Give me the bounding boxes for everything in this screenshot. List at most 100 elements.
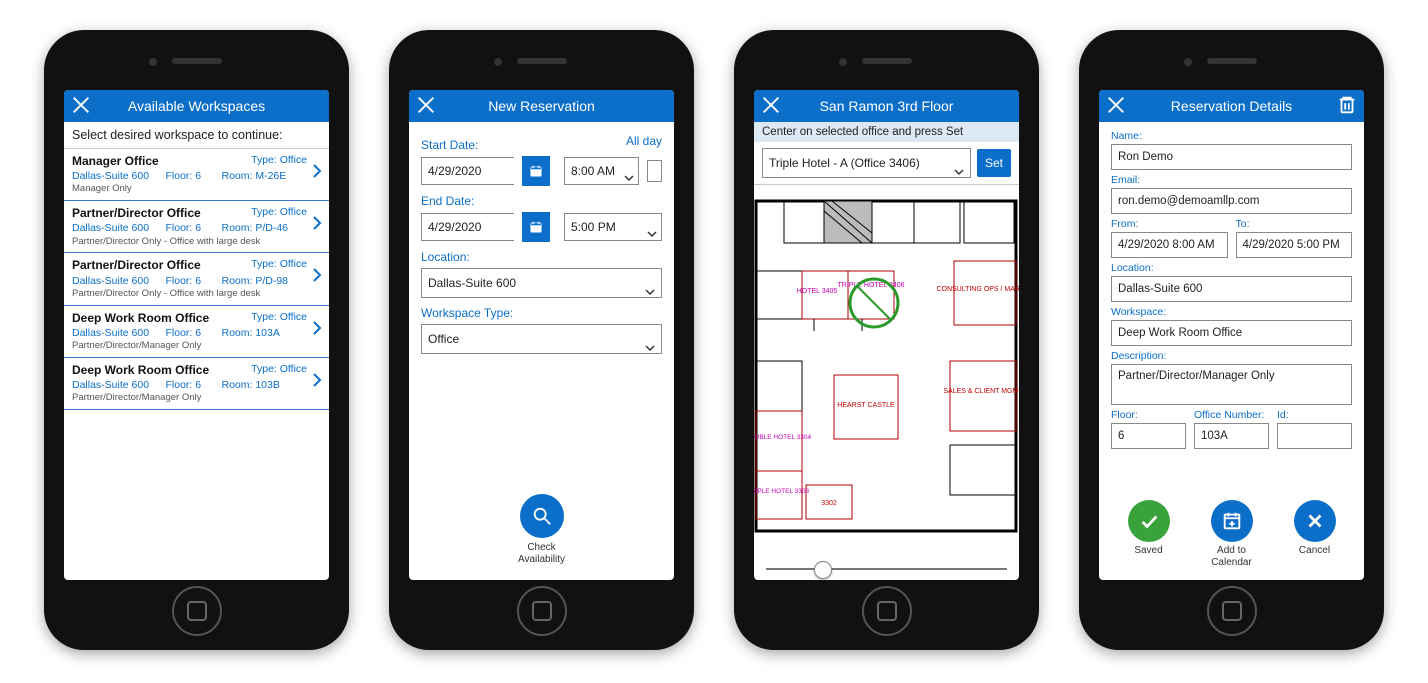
- all-day-label: All day: [626, 134, 662, 148]
- zoom-slider[interactable]: [766, 568, 1007, 570]
- workspace-location: Dallas-Suite 600: [72, 326, 158, 340]
- room-label: HOTEL 3405: [797, 288, 838, 295]
- workspace-title: Partner/Director Office: [72, 257, 251, 273]
- slider-thumb[interactable]: [814, 561, 832, 579]
- office-number-field[interactable]: 103A: [1194, 423, 1269, 449]
- home-button[interactable]: [517, 586, 567, 636]
- header-bar: Available Workspaces: [64, 90, 329, 122]
- phone-frame: Reservation Details Name: Ron Demo Email…: [1079, 30, 1384, 650]
- workspace-floor: Floor: 6: [166, 221, 214, 235]
- start-date-label: Start Date:: [421, 138, 626, 152]
- workspace-room: Room: 103B: [222, 378, 308, 392]
- location-select[interactable]: Dallas-Suite 600: [421, 268, 662, 298]
- office-select[interactable]: Triple Hotel - A (Office 3406): [762, 148, 971, 178]
- hint-text: Center on selected office and press Set: [754, 122, 1019, 142]
- room-label: CONSULTING OPS / MARKET: [936, 286, 1019, 293]
- phone-frame: New Reservation Start Date: All day 4/29…: [389, 30, 694, 650]
- add-to-calendar-button[interactable]: [1211, 500, 1253, 542]
- workspace-desc: Partner/Director Only - Office with larg…: [72, 236, 307, 249]
- chevron-right-icon: [309, 372, 325, 388]
- workspace-type: Type: Office: [251, 153, 307, 169]
- end-time-select[interactable]: 5:00 PM: [564, 213, 662, 241]
- workspace-item[interactable]: Deep Work Room OfficeType: OfficeDallas-…: [64, 306, 329, 358]
- cancel-label: Cancel: [1294, 545, 1336, 557]
- instruction-text: Select desired workspace to continue:: [64, 122, 329, 149]
- all-day-checkbox[interactable]: [647, 160, 662, 182]
- saved-label: Saved: [1128, 545, 1170, 557]
- description-label: Description:: [1111, 350, 1352, 362]
- workspace-floor: Floor: 6: [166, 169, 214, 183]
- home-button[interactable]: [862, 586, 912, 636]
- chevron-down-icon: [647, 222, 657, 232]
- close-icon[interactable]: [760, 94, 782, 116]
- phone-frame: San Ramon 3rd Floor Center on selected o…: [734, 30, 1039, 650]
- name-field[interactable]: Ron Demo: [1111, 144, 1352, 170]
- workspace-room: Room: P/D-46: [222, 221, 308, 235]
- page-title: New Reservation: [488, 98, 595, 114]
- set-button[interactable]: Set: [977, 149, 1011, 177]
- floor-field[interactable]: 6: [1111, 423, 1186, 449]
- end-date-input[interactable]: 4/29/2020: [421, 213, 514, 241]
- header-bar: New Reservation: [409, 90, 674, 122]
- workspace-room: Room: P/D-98: [222, 274, 308, 288]
- close-icon[interactable]: [1105, 94, 1127, 116]
- workspace-title: Partner/Director Office: [72, 205, 251, 221]
- workspace-location: Dallas-Suite 600: [72, 221, 158, 235]
- end-date-label: End Date:: [421, 194, 662, 208]
- chevron-right-icon: [309, 163, 325, 179]
- chevron-down-icon: [954, 159, 964, 169]
- room-label: HEARST CASTLE: [837, 402, 895, 409]
- workspace-item[interactable]: Manager OfficeType: OfficeDallas-Suite 6…: [64, 149, 329, 201]
- workspace-type-select[interactable]: Office: [421, 324, 662, 354]
- id-label: Id:: [1277, 409, 1352, 421]
- trash-icon[interactable]: [1336, 94, 1358, 116]
- chevron-right-icon: [309, 267, 325, 283]
- page-title: Reservation Details: [1171, 98, 1292, 114]
- cancel-button[interactable]: [1294, 500, 1336, 542]
- workspace-location: Dallas-Suite 600: [72, 274, 158, 288]
- close-icon[interactable]: [70, 94, 92, 116]
- from-label: From:: [1111, 218, 1228, 230]
- workspace-location: Dallas-Suite 600: [72, 169, 158, 183]
- check-availability-label: Check Availability: [409, 542, 674, 566]
- workspace-room: Room: M-26E: [222, 169, 308, 183]
- id-field[interactable]: [1277, 423, 1352, 449]
- close-icon[interactable]: [415, 94, 437, 116]
- workspace-label: Workspace:: [1111, 306, 1352, 318]
- workspace-room: Room: 103A: [222, 326, 308, 340]
- room-label: TRIPLE HOTEL 3303: [754, 488, 810, 495]
- workspace-field[interactable]: Deep Work Room Office: [1111, 320, 1352, 346]
- workspace-item[interactable]: Partner/Director OfficeType: Office Dalla…: [64, 253, 329, 305]
- workspace-item[interactable]: Deep Work Room OfficeType: OfficeDallas-…: [64, 358, 329, 410]
- workspace-floor: Floor: 6: [166, 378, 214, 392]
- workspace-type-value: Office: [428, 332, 459, 346]
- description-field[interactable]: Partner/Director/Manager Only: [1111, 364, 1352, 405]
- email-field[interactable]: ron.demo@demoamllp.com: [1111, 188, 1352, 214]
- to-field[interactable]: 4/29/2020 5:00 PM: [1236, 232, 1353, 258]
- workspace-floor: Floor: 6: [166, 274, 214, 288]
- room-label: SALES & CLIENT MGMT: [943, 388, 1019, 395]
- chevron-right-icon: [309, 320, 325, 336]
- page-title: San Ramon 3rd Floor: [820, 98, 954, 114]
- home-button[interactable]: [172, 586, 222, 636]
- start-date-input[interactable]: 4/29/2020: [421, 157, 514, 185]
- workspace-item[interactable]: Partner/Director OfficeType: OfficeDalla…: [64, 201, 329, 253]
- floor-map[interactable]: HOTEL 3405 TRIPLE HOTEL 3406 CONSULTING …: [754, 184, 1019, 535]
- workspace-type: Type: Office: [251, 257, 307, 273]
- office-select-value: Triple Hotel - A (Office 3406): [769, 156, 920, 170]
- calendar-icon[interactable]: [522, 212, 550, 242]
- location-field[interactable]: Dallas-Suite 600: [1111, 276, 1352, 302]
- workspace-title: Deep Work Room Office: [72, 362, 251, 378]
- calendar-icon[interactable]: [522, 156, 550, 186]
- location-label: Location:: [1111, 262, 1352, 274]
- header-bar: Reservation Details: [1099, 90, 1364, 122]
- office-number-label: Office Number:: [1194, 409, 1269, 421]
- from-field[interactable]: 4/29/2020 8:00 AM: [1111, 232, 1228, 258]
- check-availability-button[interactable]: [520, 494, 564, 538]
- workspace-floor: Floor: 6: [166, 326, 214, 340]
- saved-button[interactable]: [1128, 500, 1170, 542]
- chevron-right-icon: [309, 215, 325, 231]
- home-button[interactable]: [1207, 586, 1257, 636]
- start-time-select[interactable]: 8:00 AM: [564, 157, 639, 185]
- chevron-down-icon: [624, 166, 634, 176]
